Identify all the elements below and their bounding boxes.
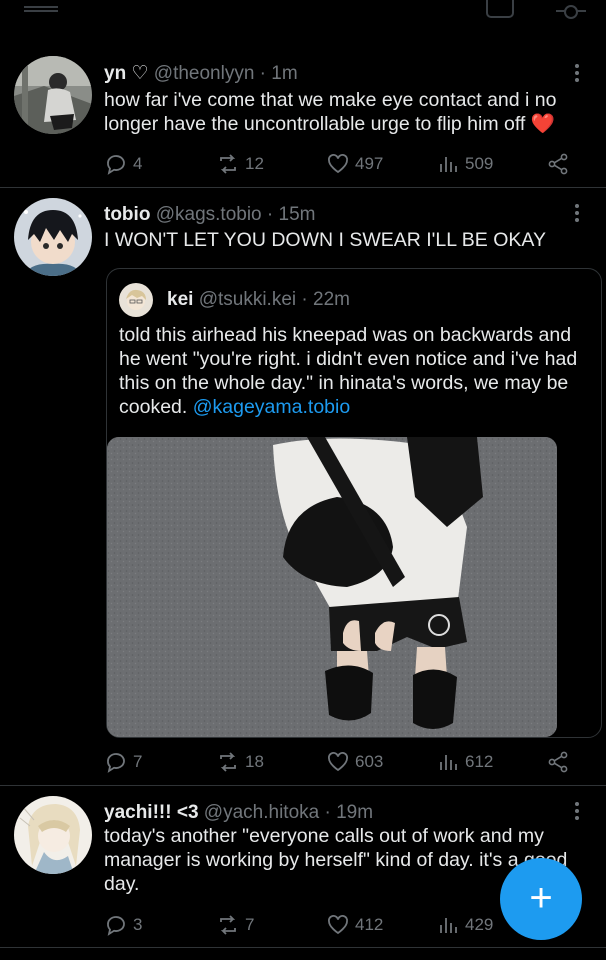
share-icon [548,153,568,175]
tweet-tobio[interactable]: tobio @kags.tobio · 15m I WON'T LET YOU … [0,188,606,786]
views-icon [440,918,457,933]
quoted-tweet[interactable]: kei @tsukki.kei · 22m told this airhead … [106,268,602,738]
avatar[interactable] [119,283,153,317]
tweet-yn[interactable]: yn ♡ @theonlyyn · 1m how far i've come t… [0,40,606,188]
share-icon [548,751,568,773]
retweet-button[interactable]: 18 [216,749,264,775]
tweet-header: yn ♡ @theonlyyn · 1m [104,62,298,85]
retweet-icon [220,752,236,772]
handle-and-time: @yach.hitoka · 19m [203,802,374,823]
retweet-button[interactable]: 7 [216,912,254,938]
tweet-actions: 4 12 497 509 [104,151,574,177]
quote-text: told this airhead his kneepad was on bac… [119,323,589,419]
views-count: 509 [465,154,494,173]
retweet-icon [220,154,236,174]
mention-link[interactable]: @kageyama.tobio [193,396,350,418]
like-button[interactable]: 412 [326,912,383,938]
views-icon [440,157,457,172]
reply-button[interactable]: 3 [104,912,142,938]
more-icon[interactable] [574,64,580,84]
views-button[interactable]: 509 [436,151,493,177]
heart-icon [328,915,348,935]
top-bar [0,0,606,28]
tweet-text: I WON'T LET YOU DOWN I SWEAR I'LL BE OKA… [104,229,546,251]
retweet-count: 18 [245,752,264,771]
filter-icon[interactable] [556,0,586,20]
views-button[interactable]: 612 [436,749,493,775]
retweet-icon [220,915,236,935]
compose-icon: + [529,876,553,920]
reply-count: 7 [133,752,143,771]
reply-icon [107,753,125,773]
avatar[interactable] [14,56,92,134]
name-heart: ♡ [126,63,149,84]
share-button[interactable] [546,151,575,177]
tweet-header: yachi!!! <3 @yach.hitoka · 19m [104,802,373,824]
more-icon[interactable] [574,802,580,822]
tweet-actions: 7 18 603 612 [104,749,574,775]
views-count: 429 [465,915,494,934]
reply-icon [107,916,125,936]
quote-handle-and-time: @tsukki.kei · 22m [198,289,350,310]
views-button[interactable]: 429 [436,912,493,938]
reply-count: 3 [133,915,143,934]
avatar[interactable] [14,796,92,874]
menu-icon[interactable] [24,6,58,12]
quote-photo[interactable] [107,437,557,737]
retweet-count: 12 [245,154,264,173]
handle-and-time: @kags.tobio · 15m [155,204,316,225]
square-icon[interactable] [486,0,514,18]
retweet-count: 7 [245,915,255,934]
display-name[interactable]: yachi!!! <3 [104,802,199,823]
heart-icon [328,154,348,174]
like-count: 412 [355,915,384,934]
more-icon[interactable] [574,204,580,224]
views-icon [440,755,457,770]
handle-and-time: @theonlyyn · 1m [153,63,298,84]
display-name[interactable]: tobio [104,204,150,225]
reply-icon [107,155,125,175]
retweet-button[interactable]: 12 [216,151,264,177]
quote-header: kei @tsukki.kei · 22m [167,289,350,311]
tweet-header: tobio @kags.tobio · 15m [104,204,315,226]
quote-display-name[interactable]: kei [167,289,193,310]
tweet-text: how far i've come that we make eye conta… [104,88,594,136]
reply-button[interactable]: 7 [104,749,142,775]
share-button[interactable] [546,749,575,775]
display-name[interactable]: yn [104,63,126,84]
tweet-text-content: how far i've come that we make eye conta… [104,89,557,135]
like-button[interactable]: 603 [326,749,383,775]
reply-count: 4 [133,154,143,173]
reply-button[interactable]: 4 [104,151,142,177]
like-count: 497 [355,154,384,173]
like-button[interactable]: 497 [326,151,383,177]
like-count: 603 [355,752,384,771]
heart-icon [328,752,348,772]
views-count: 612 [465,752,494,771]
compose-button[interactable]: + [500,858,582,940]
heart-emoji: ❤️ [530,113,556,135]
avatar[interactable] [14,198,92,276]
